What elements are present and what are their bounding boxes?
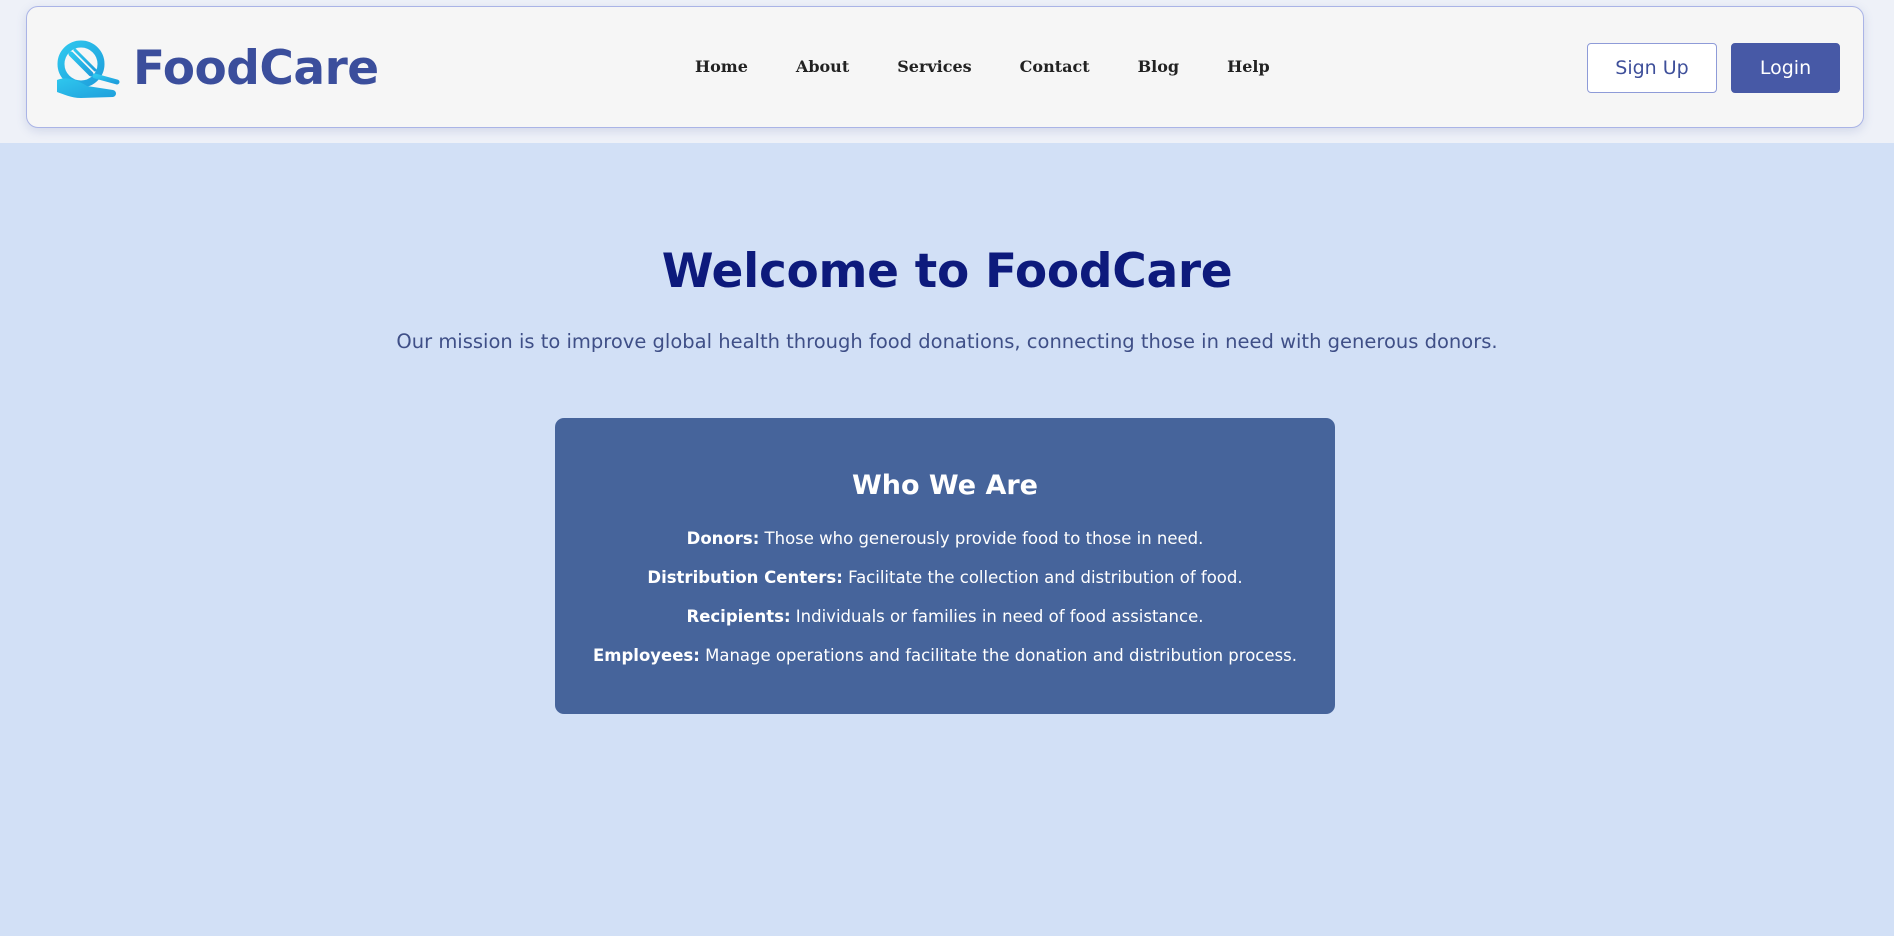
nav-link-home[interactable]: Home — [695, 57, 748, 76]
nav-link-services[interactable]: Services — [897, 57, 971, 76]
role-item-employees: Employees: Manage operations and facilit… — [555, 646, 1335, 665]
who-we-are-card: Who We Are Donors: Those who generously … — [555, 418, 1335, 714]
nav-link-about[interactable]: About — [796, 57, 849, 76]
nav-link-help[interactable]: Help — [1227, 57, 1270, 76]
role-description: Individuals or families in need of food … — [790, 607, 1204, 626]
role-term: Recipients: — [686, 607, 791, 626]
role-description: Facilitate the collection and distributi… — [842, 568, 1243, 587]
role-term: Employees: — [593, 646, 700, 665]
brand-name: FoodCare — [133, 40, 379, 96]
login-button[interactable]: Login — [1731, 43, 1840, 93]
foodcare-logo-icon — [57, 40, 120, 98]
navbar: FoodCare Home About Services Contact Blo… — [26, 6, 1864, 128]
brand-logo-link[interactable]: FoodCare — [51, 33, 379, 103]
role-item-recipients: Recipients: Individuals or families in n… — [555, 607, 1335, 626]
role-term: Distribution Centers: — [647, 568, 843, 587]
role-description: Manage operations and facilitate the don… — [699, 646, 1297, 665]
role-item-donors: Donors: Those who generously provide foo… — [555, 529, 1335, 548]
hero-subtitle: Our mission is to improve global health … — [396, 330, 1498, 353]
who-we-are-title: Who We Are — [851, 470, 1038, 501]
nav-link-blog[interactable]: Blog — [1138, 57, 1179, 76]
hero-title: Welcome to FoodCare — [661, 244, 1233, 299]
role-item-distribution-centers: Distribution Centers: Facilitate the col… — [555, 568, 1335, 587]
role-term: Donors: — [686, 529, 760, 548]
nav-link-contact[interactable]: Contact — [1020, 57, 1090, 76]
role-description: Those who generously provide food to tho… — [759, 529, 1204, 548]
main-nav: Home About Services Contact Blog Help — [695, 53, 1318, 79]
sign-up-button[interactable]: Sign Up — [1587, 43, 1717, 93]
